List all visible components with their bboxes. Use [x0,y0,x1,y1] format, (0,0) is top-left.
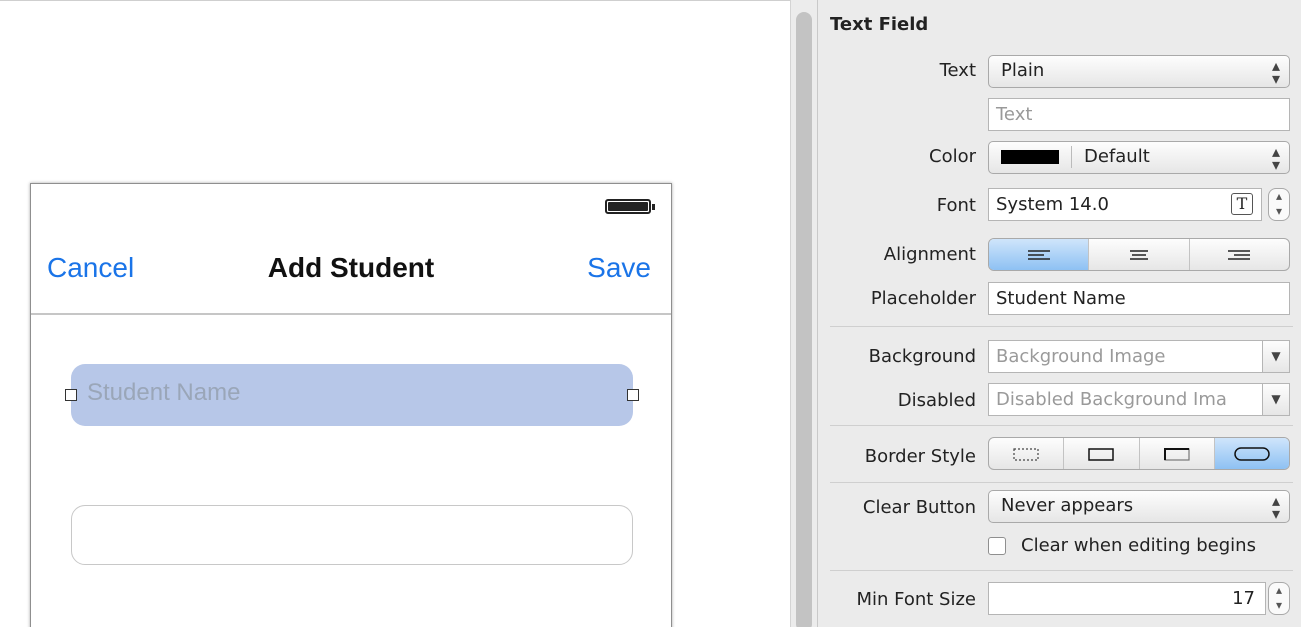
alignment-label: Alignment [883,244,976,265]
font-value: System 14.0 [996,194,1109,215]
clear-button-popup[interactable]: Never appears ▴ ▾ [988,490,1290,523]
save-button[interactable]: Save [587,252,651,284]
clear-when-editing-label: Clear when editing begins [1021,535,1256,556]
alignment-segmented-control[interactable] [988,238,1290,271]
font-picker-icon[interactable]: T [1231,193,1253,215]
border-rounded-button[interactable] [1214,438,1289,469]
popup-arrows-icon: ▴ ▾ [1271,142,1280,174]
color-popup[interactable]: Default ▴ ▾ [988,141,1290,174]
min-font-size-label: Min Font Size [856,589,976,610]
divider [830,570,1293,571]
battery-icon [605,199,655,214]
popup-arrows-icon: ▴ ▾ [1271,491,1280,523]
clear-button-value: Never appears [1001,495,1134,516]
border-style-segmented-control[interactable] [988,437,1290,470]
align-center-button[interactable] [1089,239,1190,270]
border-rounded-icon [1234,446,1270,461]
border-bezel-icon [1163,447,1190,461]
min-font-size-stepper[interactable]: ▴ ▾ [1268,582,1290,615]
background-image-field[interactable]: Background Image [988,340,1263,373]
resize-handle-left[interactable] [65,389,77,401]
font-label: Font [936,195,976,216]
resize-handle-right[interactable] [627,389,639,401]
disabled-dropdown-icon[interactable]: ▼ [1262,383,1290,416]
clear-button-label: Clear Button [862,497,976,518]
divider [830,482,1293,483]
second-text-field[interactable] [71,505,633,565]
attributes-inspector: Text Field Text Plain ▴ ▾ Text Color Defa… [818,0,1301,627]
color-swatch [1001,150,1059,164]
font-size-stepper[interactable]: ▴ ▾ [1268,188,1290,221]
disabled-background-field[interactable]: Disabled Background Ima [988,383,1263,416]
align-left-button[interactable] [989,239,1090,270]
cancel-button[interactable]: Cancel [47,252,134,284]
navigation-bar: Add Student Cancel Save [31,228,671,315]
font-field[interactable]: System 14.0 T [988,188,1262,221]
canvas-scrollbar[interactable] [790,0,818,627]
border-none-button[interactable] [989,438,1065,469]
placeholder-label: Placeholder [870,288,976,309]
placeholder-field[interactable]: Student Name [988,282,1290,315]
color-label: Color [929,146,976,167]
clear-when-editing-checkbox[interactable] [988,537,1006,555]
align-right-icon [1228,249,1251,260]
section-title: Text Field [830,14,929,35]
text-content-field[interactable]: Text [988,98,1290,131]
background-label: Background [868,346,976,367]
border-style-label: Border Style [864,446,976,467]
align-right-button[interactable] [1190,239,1289,270]
border-bezel-button[interactable] [1140,438,1215,469]
iphone-view: Add Student Cancel Save Student Name [30,183,672,627]
storyboard-canvas: Add Student Cancel Save Student Name [0,0,790,627]
divider [830,425,1293,426]
divider [830,326,1293,327]
student-name-text-field[interactable]: Student Name [65,364,639,426]
text-field-placeholder: Student Name [87,379,241,406]
disabled-label: Disabled [897,390,976,411]
border-line-button[interactable] [1064,438,1140,469]
scroll-thumb[interactable] [796,12,812,627]
color-value: Default [1084,146,1150,167]
text-type-value: Plain [1001,60,1045,81]
background-dropdown-icon[interactable]: ▼ [1262,340,1290,373]
min-font-size-field[interactable]: 17 [988,582,1266,615]
text-label: Text [939,60,976,81]
border-line-icon [1088,447,1115,461]
popup-arrows-icon: ▴ ▾ [1271,56,1280,88]
border-none-icon [1013,447,1039,461]
align-left-icon [1027,249,1050,260]
text-type-popup[interactable]: Plain ▴ ▾ [988,55,1290,88]
align-center-icon [1129,249,1148,260]
